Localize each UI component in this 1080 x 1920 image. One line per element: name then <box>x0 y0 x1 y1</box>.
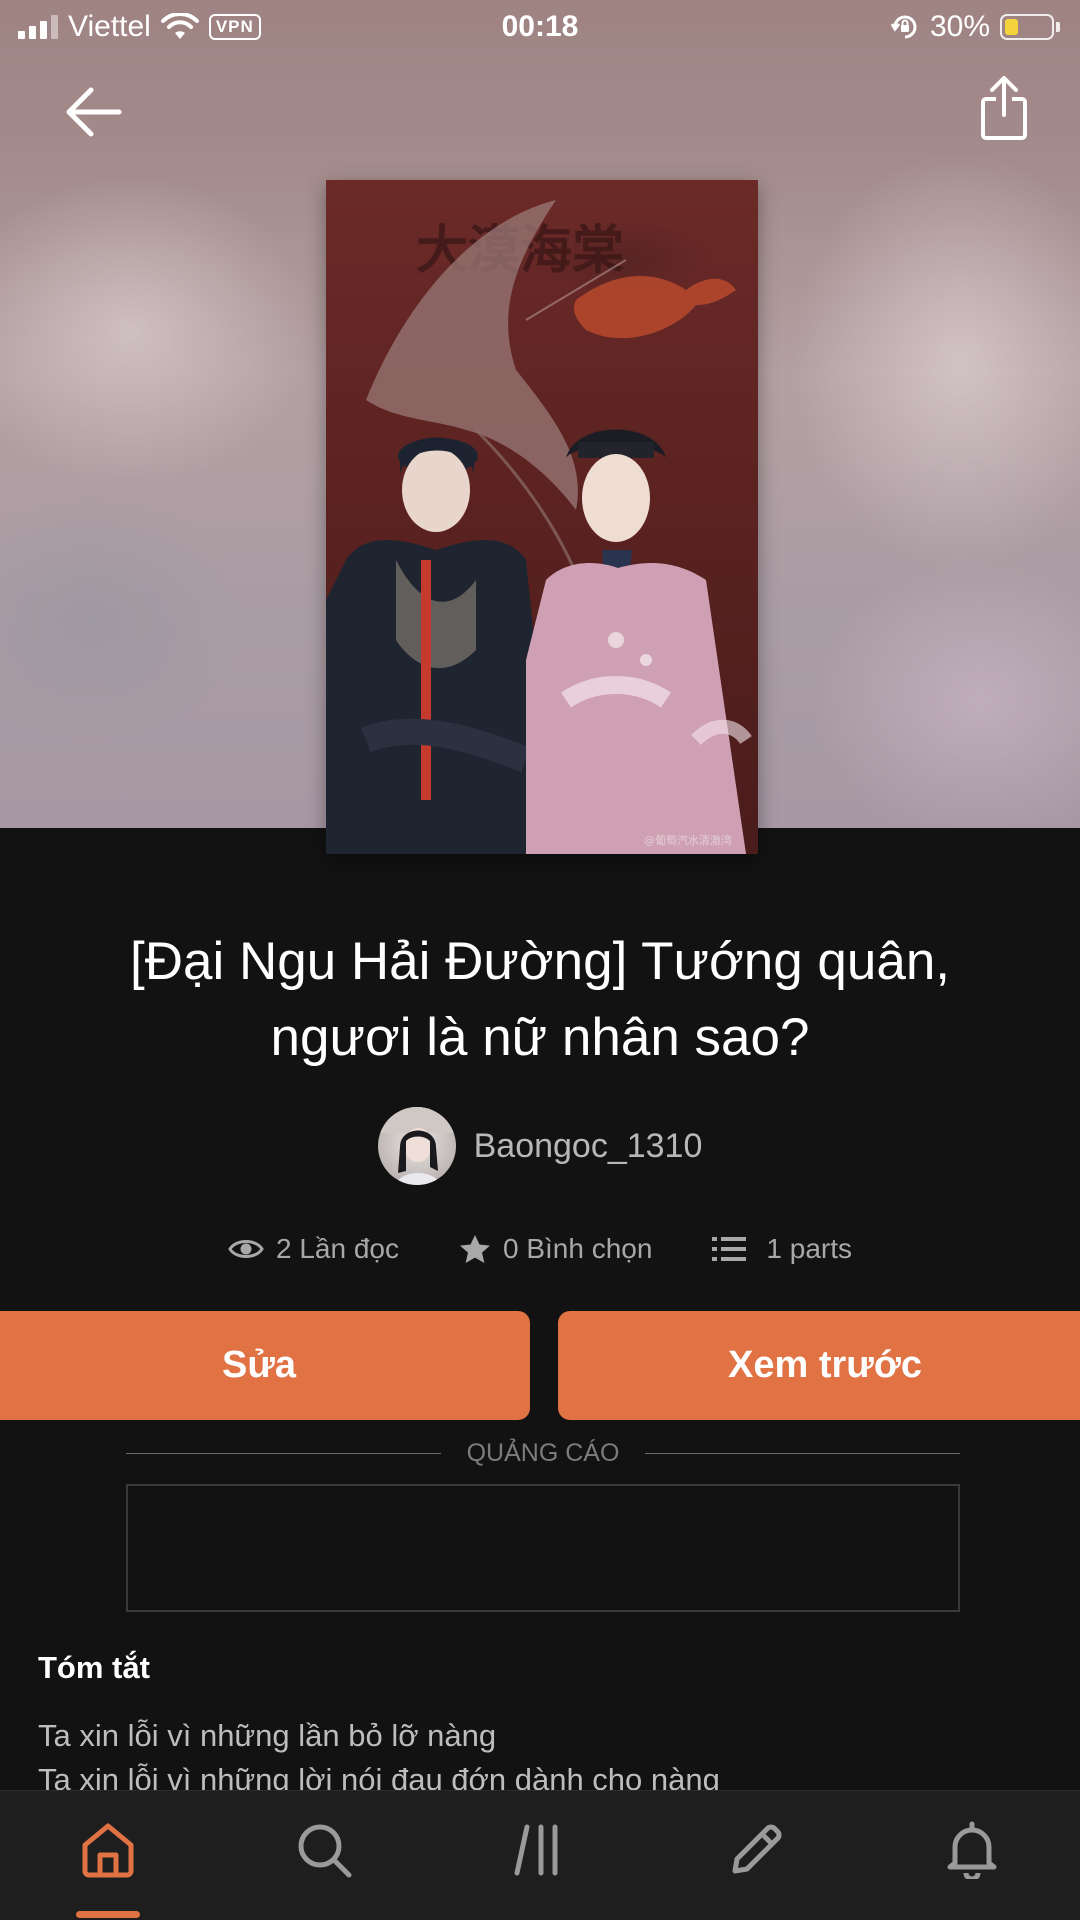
signal-icon <box>18 15 58 39</box>
status-left: Viettel VPN <box>18 10 261 44</box>
nav-write[interactable] <box>696 1821 816 1901</box>
status-bar: Viettel VPN 00:18 30% <box>0 0 1080 54</box>
bottom-nav <box>0 1790 1080 1920</box>
book-cover-image: 大漠海棠 @葡萄汽水清澈湾 <box>326 180 758 854</box>
bell-icon <box>947 1821 997 1879</box>
nav-search[interactable] <box>264 1821 384 1901</box>
share-button[interactable] <box>968 72 1040 144</box>
nav-home[interactable] <box>48 1821 168 1901</box>
rotation-lock-icon <box>890 15 917 39</box>
edit-button[interactable]: Sửa <box>0 1311 530 1420</box>
nav-notifications[interactable] <box>912 1821 1032 1901</box>
search-icon <box>298 1824 352 1878</box>
author-row[interactable]: Baongoc_1310 <box>0 1106 1080 1186</box>
story-title-line-2: ngươi là nữ nhân sao? <box>270 1008 810 1067</box>
divider <box>645 1452 961 1454</box>
ad-label-row: QUẢNG CÁO <box>126 1436 961 1470</box>
home-icon <box>82 1823 134 1878</box>
preview-button[interactable]: Xem trước <box>558 1311 1080 1420</box>
share-icon <box>981 76 1027 140</box>
star-icon <box>459 1235 490 1263</box>
reads-count: 2 Lần đọc <box>275 1233 399 1264</box>
pencil-icon <box>732 1824 782 1874</box>
arrow-left-icon <box>66 87 122 137</box>
library-icon <box>514 1824 558 1876</box>
summary-heading: Tóm tắt <box>38 1650 150 1685</box>
active-tab-indicator <box>76 1911 140 1918</box>
story-stats: 2 Lần đọc 0 Bình chọn 1 parts <box>0 1224 1080 1274</box>
battery-icon <box>1000 14 1060 40</box>
nav-library[interactable] <box>480 1821 600 1901</box>
parts-count: 1 parts <box>766 1233 853 1264</box>
eye-icon <box>228 1240 264 1258</box>
cover-watermark: @葡萄汽水清澈湾 <box>644 833 732 847</box>
divider <box>126 1452 441 1454</box>
ad-slot[interactable] <box>126 1484 960 1612</box>
story-title: [Đại Ngu Hải Đường] Tướng quân, ngươi là… <box>60 924 1020 1076</box>
summary-line: Ta xin lỗi vì những lần bỏ lỡ nàng <box>38 1718 497 1753</box>
story-title-line-1: [Đại Ngu Hải Đường] Tướng quân, <box>129 932 951 991</box>
carrier-name: Viettel <box>68 10 151 43</box>
ad-label: QUẢNG CÁO <box>466 1438 620 1467</box>
status-right: 30% <box>890 10 1060 44</box>
vpn-badge: VPN <box>208 14 261 40</box>
reads-stat: 2 Lần đọc <box>228 1233 399 1265</box>
back-button[interactable] <box>58 76 130 148</box>
list-icon <box>712 1237 747 1261</box>
author-name[interactable]: Baongoc_1310 <box>474 1127 703 1166</box>
wifi-icon <box>160 13 199 39</box>
battery-percent: 30% <box>929 10 990 43</box>
parts-stat: 1 parts <box>712 1233 852 1265</box>
votes-stat: 0 Bình chọn <box>459 1233 652 1265</box>
author-avatar[interactable] <box>377 1107 456 1185</box>
votes-count: 0 Bình chọn <box>502 1233 653 1264</box>
